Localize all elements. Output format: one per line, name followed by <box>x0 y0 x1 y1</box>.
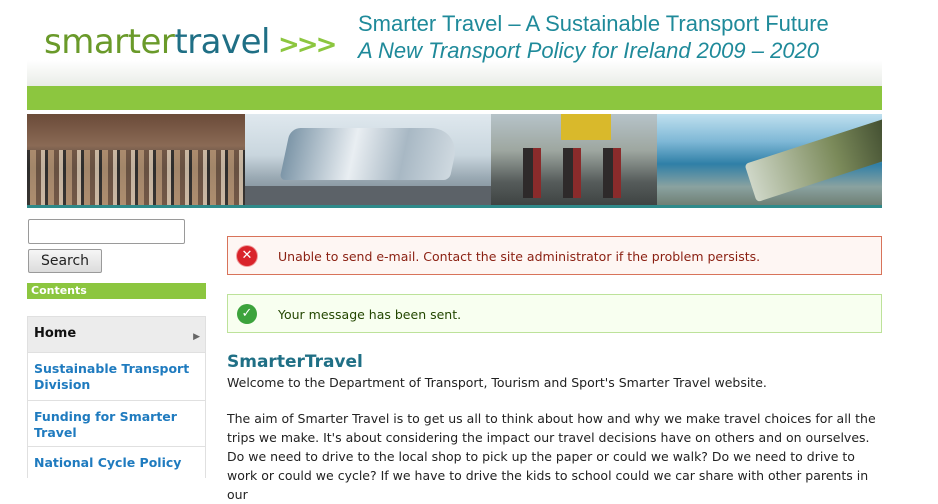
error-message-text: Unable to send e-mail. Contact the site … <box>278 249 761 264</box>
photo-banner <box>27 114 882 208</box>
sidebar-item-label: Sustainable Transport Division <box>34 361 190 392</box>
sidebar-item-label: Funding for Smarter Travel <box>34 409 177 440</box>
questions-paragraph: Do we need to drive to the local shop to… <box>227 449 869 502</box>
error-x-icon: ✕ <box>237 246 257 266</box>
sidebar-item-sustainable-transport-division[interactable]: Sustainable Transport Division <box>27 352 206 400</box>
triangle-right-icon: ▶ <box>193 332 200 342</box>
status-message: ✓ Your message has been sent. <box>227 294 882 333</box>
banner-photo-tram <box>245 114 491 205</box>
site-header: smartertravel >>> Smarter Travel – A Sust… <box>27 0 882 86</box>
tagline-subtitle: A New Transport Policy for Ireland 2009 … <box>358 38 820 63</box>
logo-text-smarter: smarter <box>44 22 175 62</box>
welcome-text: Welcome to the Department of Transport, … <box>227 375 767 390</box>
banner-photo-pedestrians <box>27 114 245 205</box>
main-content: SmarterTravel Welcome to the Department … <box>227 351 887 504</box>
header-green-bar <box>27 86 882 110</box>
sidebar-item-home[interactable]: Home ▶ <box>27 316 206 352</box>
sidebar-item-label: Home <box>34 326 77 341</box>
error-message: ✕ Unable to send e-mail. Contact the sit… <box>227 236 882 275</box>
tagline-title: Smarter Travel – A Sustainable Transport… <box>358 11 829 36</box>
contents-heading: Contents <box>27 283 206 299</box>
search-button[interactable]: Search <box>28 249 102 273</box>
search-input[interactable] <box>28 219 185 244</box>
sidebar-item-funding[interactable]: Funding for Smarter Travel <box>27 400 206 446</box>
banner-photo-coastal-train <box>657 114 882 205</box>
status-message-text: Your message has been sent. <box>278 307 462 322</box>
banner-photo-cyclists <box>491 114 657 205</box>
sidebar-item-national-cycle-policy[interactable]: National Cycle Policy <box>27 446 206 478</box>
logo-text-travel: travel <box>174 22 271 62</box>
site-logo[interactable]: smartertravel >>> <box>44 22 337 62</box>
sidebar-item-label: National Cycle Policy <box>34 455 182 470</box>
page-title: SmarterTravel <box>227 352 363 372</box>
sidebar-menu: Home ▶ Sustainable Transport Division Fu… <box>27 316 206 478</box>
checkmark-icon: ✓ <box>237 304 257 324</box>
logo-arrows-icon: >>> <box>278 30 337 60</box>
intro-paragraph: The aim of Smarter Travel is to get us a… <box>227 411 876 445</box>
